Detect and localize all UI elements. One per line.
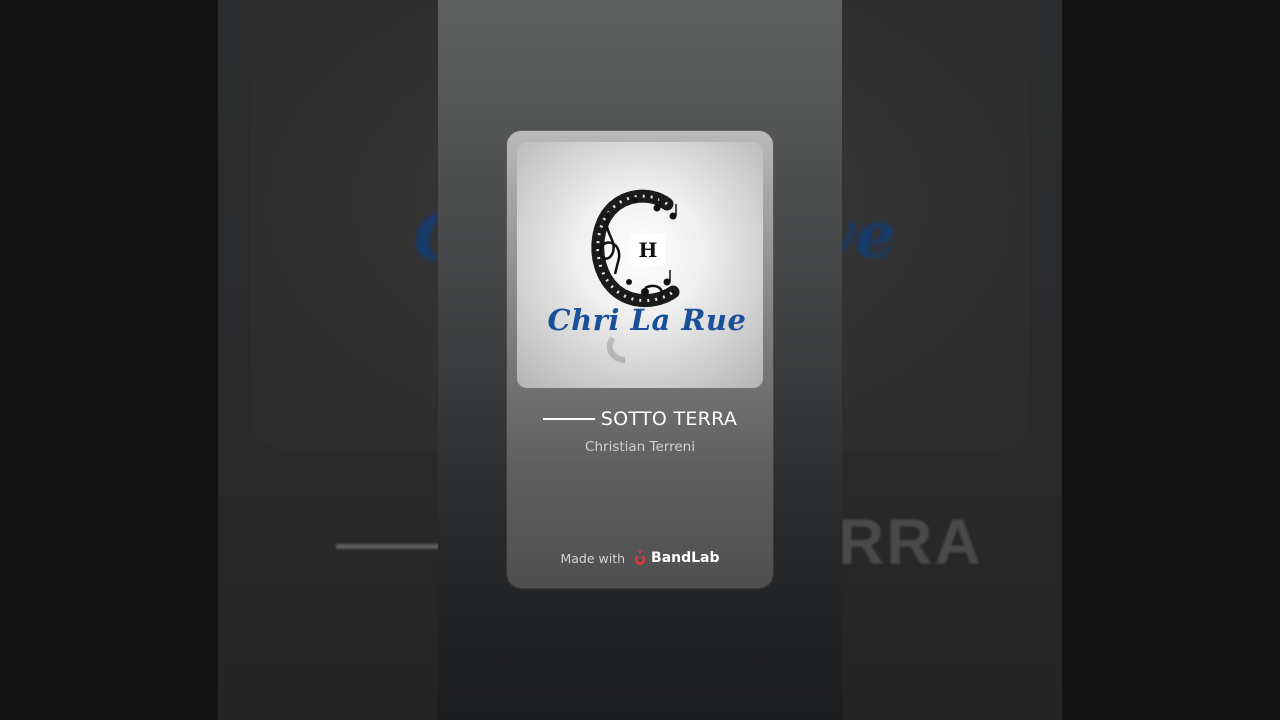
made-with-label: Made with	[560, 550, 626, 566]
share-card-column: H Chri La Rue SOTTO TERRA Christian Terr…	[438, 0, 842, 720]
title-dash	[542, 418, 595, 420]
bandlab-logo-icon	[633, 550, 647, 566]
album-cover: H Chri La Rue	[517, 142, 763, 388]
track-card: H Chri La Rue SOTTO TERRA Christian Terr…	[507, 131, 773, 588]
blurred-title-dash	[336, 544, 446, 549]
video-frame: C ve RRA	[0, 0, 1280, 720]
cover-art-logo: H Chri La Rue	[548, 189, 747, 363]
cover-logo-text: Chri La Rue	[548, 303, 747, 337]
track-title: SOTTO TERRA	[600, 408, 738, 430]
cover-badge-letter: H	[639, 238, 658, 262]
artist-name: Christian Terreni	[585, 439, 695, 455]
blurred-track-title: RRA	[838, 506, 983, 578]
track-title-row: SOTTO TERRA	[507, 406, 773, 432]
bandlab-brand-name: BandLab	[651, 550, 720, 566]
made-with-bandlab[interactable]: Made with BandLab	[507, 548, 773, 568]
